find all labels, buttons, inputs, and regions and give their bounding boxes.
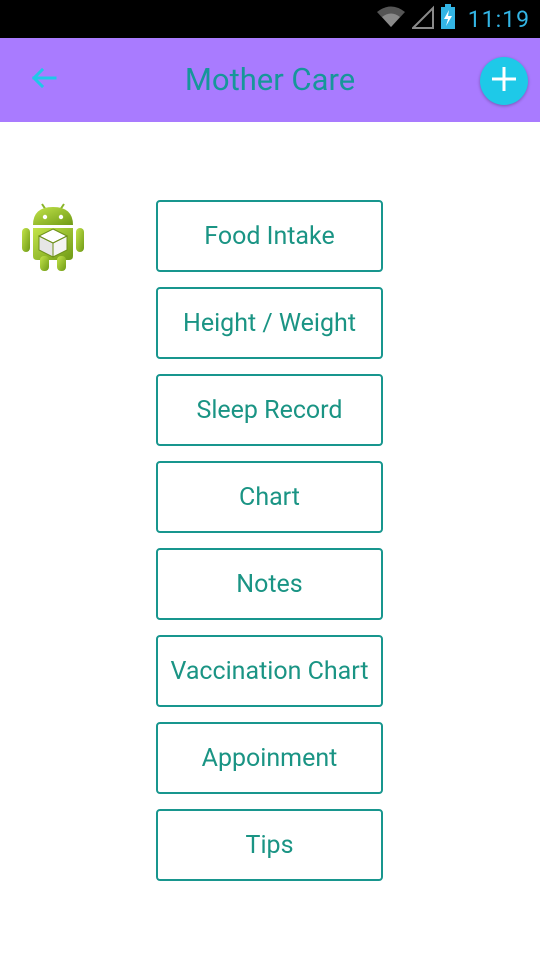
wifi-icon xyxy=(376,5,406,33)
page-title: Mother Care xyxy=(184,61,356,98)
status-icons: 11:19 xyxy=(376,0,530,38)
sleep-record-button[interactable]: Sleep Record xyxy=(156,374,383,446)
menu-list: Food Intake Height / Weight Sleep Record… xyxy=(156,200,383,896)
app-bar: Mother Care xyxy=(0,38,540,122)
back-button[interactable] xyxy=(22,58,66,102)
vaccination-chart-button[interactable]: Vaccination Chart xyxy=(156,635,383,707)
cell-signal-icon xyxy=(410,5,434,33)
add-button[interactable] xyxy=(480,57,528,105)
plus-icon xyxy=(491,66,517,96)
appointment-button[interactable]: Appoinment xyxy=(156,722,383,794)
arrow-left-icon xyxy=(30,66,58,94)
android-robot-icon xyxy=(20,198,86,272)
notes-button[interactable]: Notes xyxy=(156,548,383,620)
battery-charging-icon xyxy=(440,4,456,34)
food-intake-button[interactable]: Food Intake xyxy=(156,200,383,272)
chart-button[interactable]: Chart xyxy=(156,461,383,533)
tips-button[interactable]: Tips xyxy=(156,809,383,881)
status-clock: 11:19 xyxy=(467,5,530,33)
height-weight-button[interactable]: Height / Weight xyxy=(156,287,383,359)
status-bar: 11:19 xyxy=(0,0,540,38)
